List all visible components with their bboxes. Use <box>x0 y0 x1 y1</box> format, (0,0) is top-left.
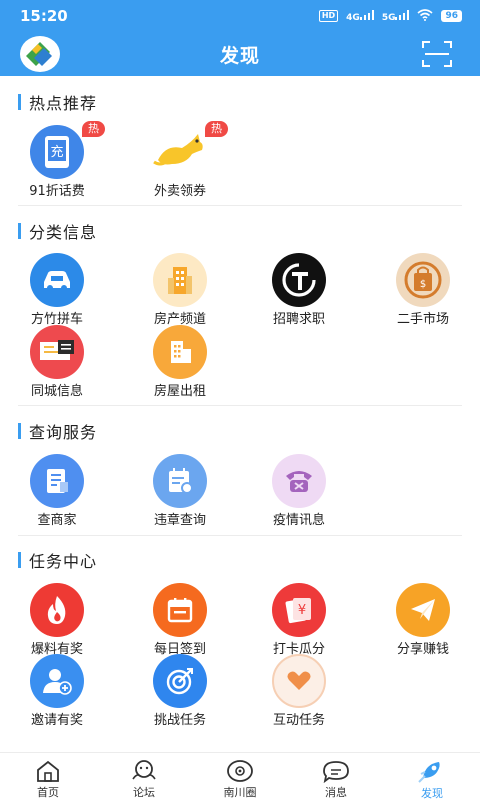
page-title: 发现 <box>219 44 260 67</box>
section-title-task: 任务中心 <box>18 550 97 571</box>
tab-forum[interactable]: 论坛 <box>96 753 192 800</box>
item-label: 互动任务 <box>272 713 325 728</box>
item-invite-reward[interactable]: 邀请有奖 <box>7 654 107 728</box>
item-merchant[interactable]: 查商家 <box>7 454 107 528</box>
heart-chat-icon <box>272 654 326 708</box>
item-label: 挑战任务 <box>153 713 206 728</box>
item-label: 房屋出租 <box>153 384 206 399</box>
target-icon <box>153 654 207 708</box>
discover-icon <box>417 758 447 784</box>
hot-badge: 热 <box>82 121 105 137</box>
item-label: 违章查询 <box>153 513 206 528</box>
circle-eye-icon <box>225 758 255 783</box>
section-title-query: 查询服务 <box>18 421 97 442</box>
wifi-icon <box>417 8 433 24</box>
section-title-hot: 热点推荐 <box>18 92 97 113</box>
yuan-cards-icon: ¥ <box>272 583 326 637</box>
phone-recharge-icon: 充 <box>30 125 84 179</box>
divider <box>18 535 462 536</box>
forum-icon <box>129 758 159 783</box>
second-hand-bag-icon: $ <box>396 253 450 307</box>
item-report-reward[interactable]: 爆料有奖 <box>7 583 107 657</box>
tab-circle[interactable]: 南川圈 <box>192 753 288 800</box>
item-label: 疫情讯息 <box>272 513 325 528</box>
item-house-rent[interactable]: 房屋出租 <box>130 325 230 399</box>
job-recruit-icon <box>272 253 326 307</box>
status-bar: 15:20 HD 4G 5G 96 <box>0 0 480 32</box>
item-label: 分享赚钱 <box>396 642 449 657</box>
battery-icon: 96 <box>441 10 462 22</box>
item-carpool[interactable]: 方竹拼车 <box>7 253 107 327</box>
divider <box>18 205 462 206</box>
calendar-checkin-icon <box>153 583 207 637</box>
hd-indicator: HD <box>318 10 339 22</box>
flame-icon <box>30 583 84 637</box>
house-rent-icon <box>153 325 207 379</box>
svg-text:$: $ <box>420 279 426 290</box>
item-local-info[interactable]: 同城信息 <box>7 325 107 399</box>
kangaroo-delivery-icon <box>152 130 208 176</box>
svg-text:充: 充 <box>50 144 63 160</box>
paper-plane-icon <box>396 583 450 637</box>
message-icon <box>321 758 351 783</box>
item-job[interactable]: 招聘求职 <box>249 253 349 327</box>
item-challenge-task[interactable]: 挑战任务 <box>130 654 230 728</box>
divider <box>18 405 462 406</box>
item-daily-checkin[interactable]: 每日签到 <box>130 583 230 657</box>
tab-label: 南川圈 <box>223 786 257 799</box>
item-label: 外卖领券 <box>153 184 206 199</box>
signal-5g-icon: 5G <box>382 9 410 23</box>
tab-label: 消息 <box>325 786 347 799</box>
tab-message[interactable]: 消息 <box>288 753 384 800</box>
merchant-doc-icon <box>30 454 84 508</box>
item-phone-recharge[interactable]: 充 热 91折话费 <box>7 121 107 199</box>
item-epidemic-info[interactable]: 疫情讯息 <box>249 454 349 528</box>
item-checkin-share[interactable]: ¥ 打卡瓜分 <box>249 583 349 657</box>
local-info-board-icon <box>30 325 84 379</box>
traffic-violation-calendar-icon <box>153 454 207 508</box>
item-traffic-violation[interactable]: 违章查询 <box>130 454 230 528</box>
tab-label: 首页 <box>37 786 59 799</box>
hot-badge: 热 <box>205 121 228 137</box>
section-title-category: 分类信息 <box>18 221 97 242</box>
item-label: 二手市场 <box>396 312 449 327</box>
item-label: 91折话费 <box>29 184 85 199</box>
item-label: 查商家 <box>37 513 77 528</box>
svg-text:¥: ¥ <box>298 603 306 618</box>
item-real-estate[interactable]: 房产频道 <box>130 253 230 327</box>
carpool-car-icon <box>30 253 84 307</box>
item-label: 邀请有奖 <box>30 713 83 728</box>
tab-label: 发现 <box>421 787 443 800</box>
item-food-coupon[interactable]: 热 外卖领券 <box>130 121 230 199</box>
tab-home[interactable]: 首页 <box>0 753 96 800</box>
bottom-tab-bar: 首页 论坛 南川圈 消息 发现 <box>0 752 480 800</box>
home-icon <box>33 758 63 783</box>
item-share-earn[interactable]: 分享赚钱 <box>373 583 473 657</box>
item-label: 招聘求职 <box>272 312 325 327</box>
status-time: 15:20 <box>20 7 68 25</box>
scan-icon[interactable] <box>421 39 453 69</box>
tab-label: 论坛 <box>133 786 155 799</box>
real-estate-building-icon <box>153 253 207 307</box>
invite-user-icon <box>30 654 84 708</box>
signal-4g-icon: 4G <box>346 9 374 23</box>
tab-discover[interactable]: 发现 <box>384 753 480 800</box>
item-second-hand[interactable]: $ 二手市场 <box>373 253 473 327</box>
item-interactive-task[interactable]: 互动任务 <box>249 654 349 728</box>
app-logo[interactable] <box>20 36 60 72</box>
status-indicators: HD 4G 5G 96 <box>318 8 462 24</box>
epidemic-phone-icon <box>272 454 326 508</box>
app-header: 发现 <box>0 32 480 76</box>
item-label: 同城信息 <box>30 384 83 399</box>
